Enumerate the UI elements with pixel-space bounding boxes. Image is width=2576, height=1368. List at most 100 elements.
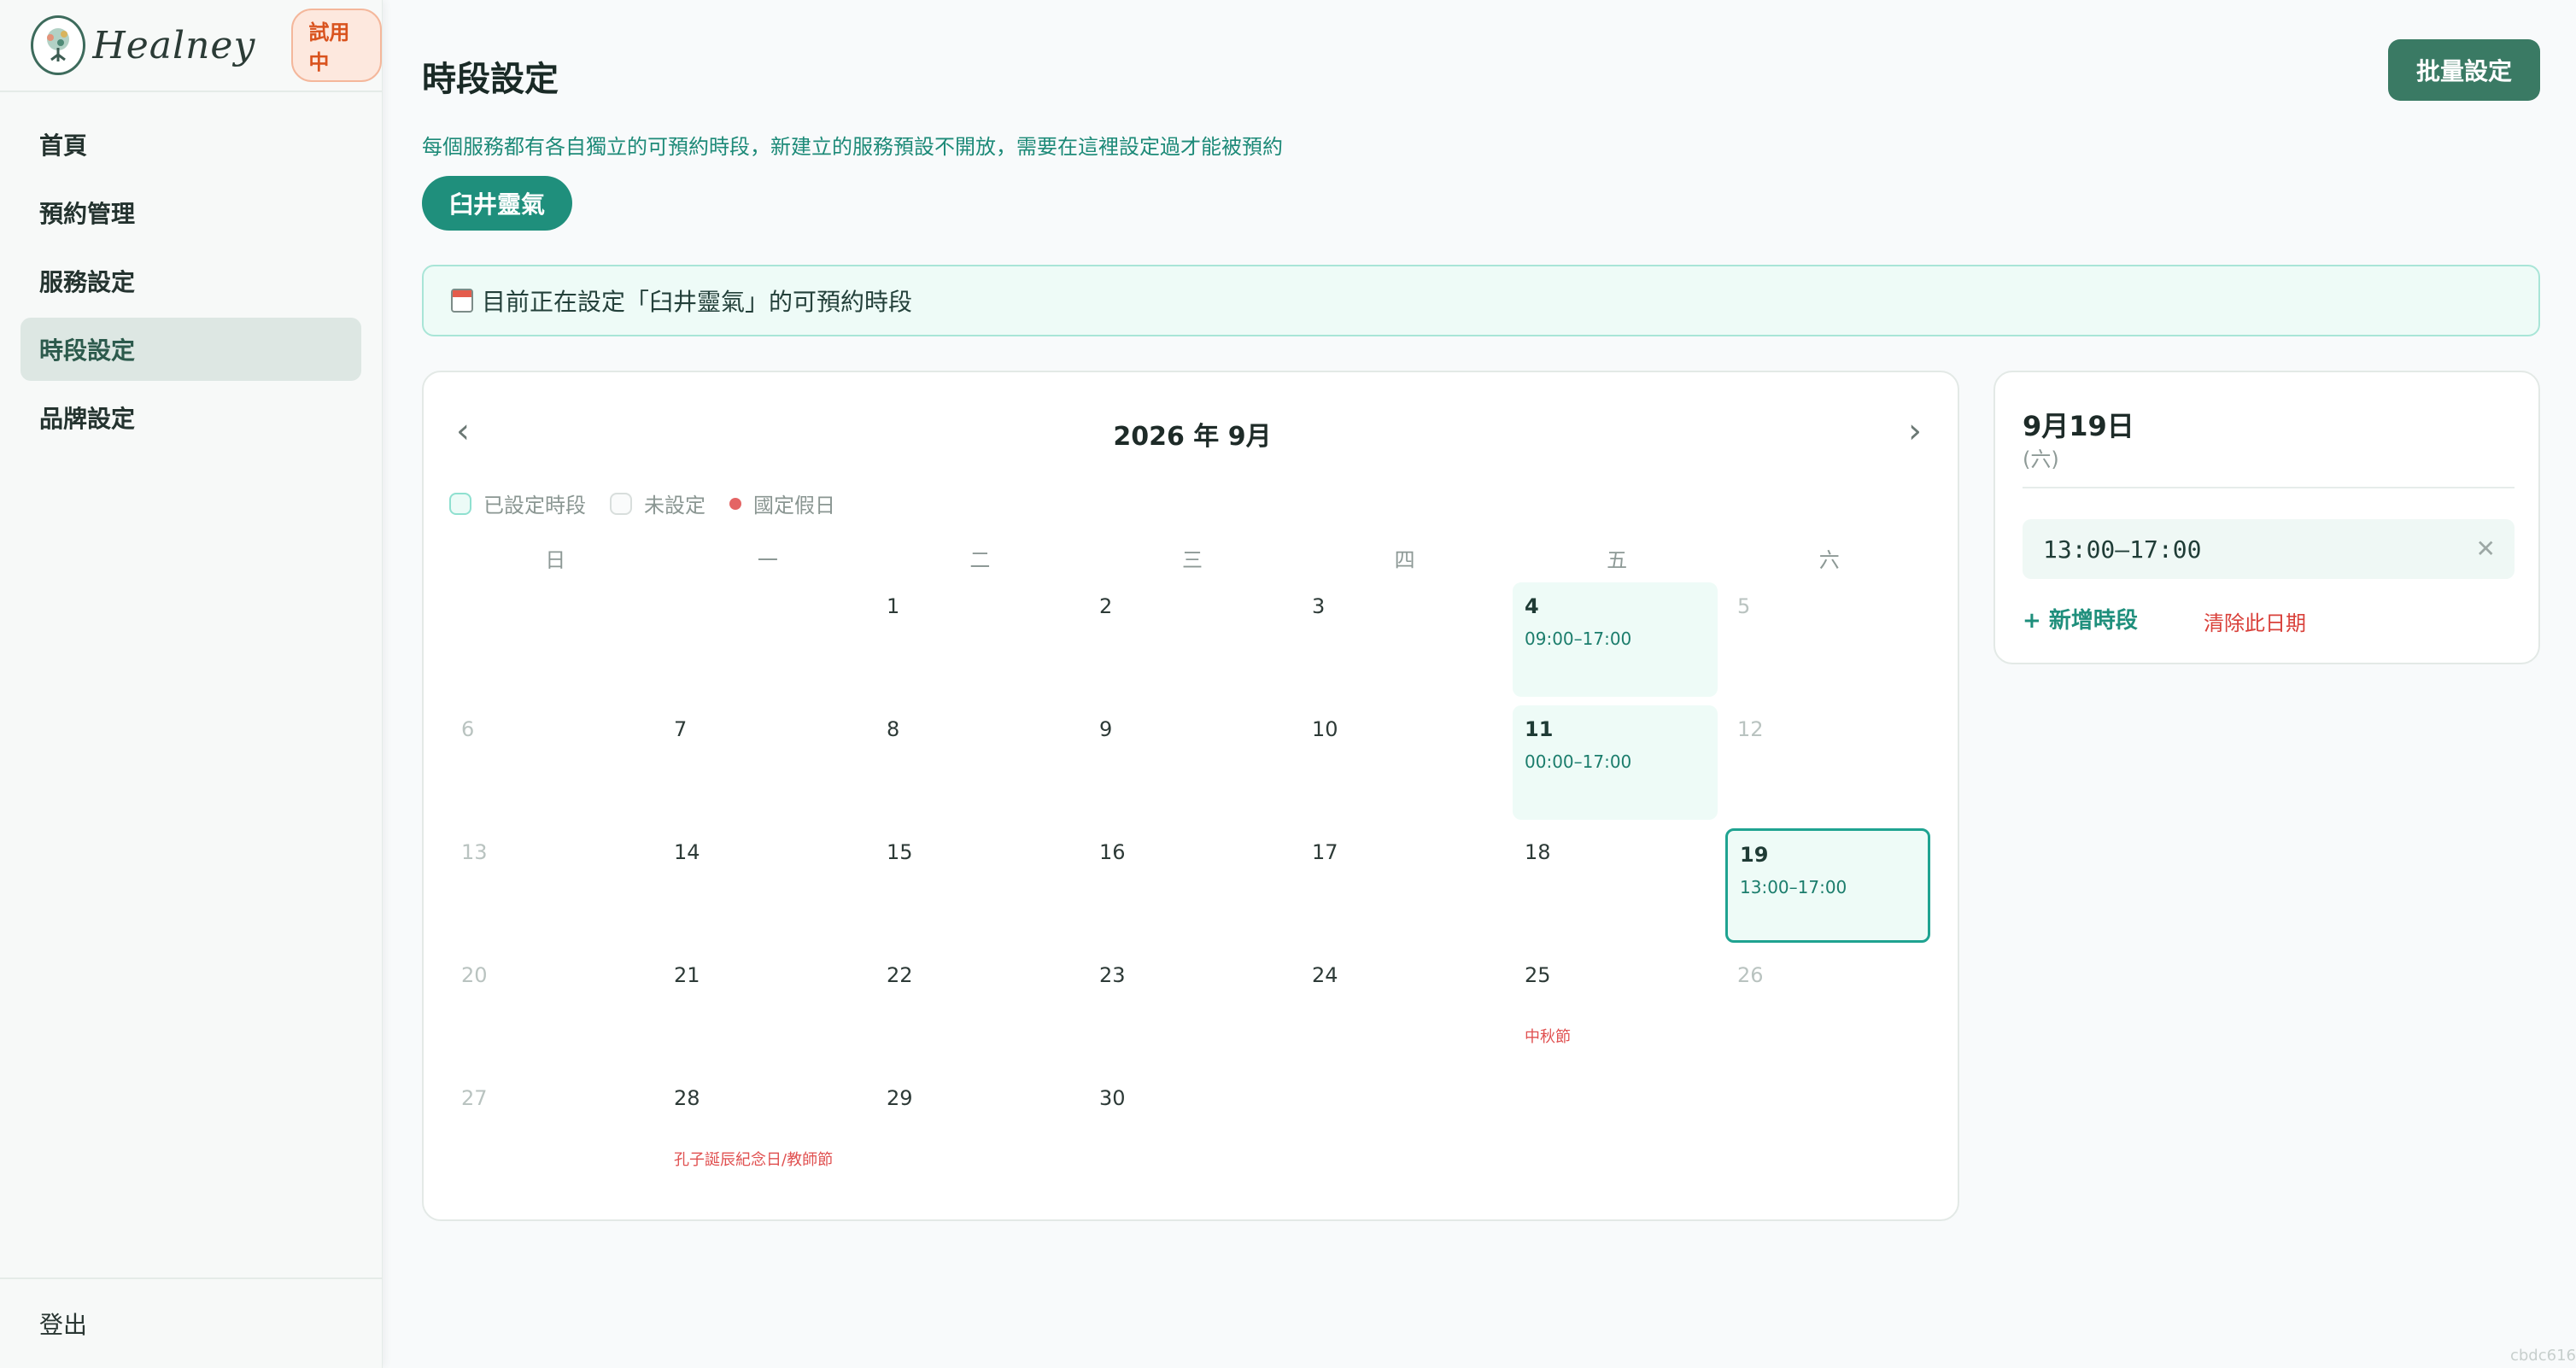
calendar-day-cell[interactable]: 25 中秋節: [1513, 951, 1718, 1066]
calendar-empty-cell: [1300, 1074, 1505, 1189]
calendar-day-cell[interactable]: 18: [1513, 828, 1718, 943]
close-icon[interactable]: ✕: [2476, 535, 2496, 563]
weekday-header: 日 一 二 三 四 五 六: [449, 543, 1935, 573]
calendar-day-cell[interactable]: 7: [662, 705, 867, 820]
divider: [2023, 487, 2515, 488]
calendar-grid: 1 2 3 4 09:00–17:00 5 6 7 8 9 10 11 00:00–17:00 12 13 1…: [449, 582, 1935, 1189]
legend-unset-swatch: [610, 492, 632, 515]
calendar-day-cell[interactable]: 22: [875, 951, 1080, 1066]
day-number: 7: [674, 717, 688, 741]
weekday-label: 二: [969, 548, 991, 572]
calendar-day-cell[interactable]: 12: [1725, 705, 1930, 820]
day-number: 4: [1525, 594, 1539, 618]
legend-set-label: 已設定時段: [483, 494, 586, 517]
day-number: 6: [461, 717, 475, 741]
calendar-day-cell[interactable]: 8: [875, 705, 1080, 820]
notice-text: 目前正在設定「臼井靈氣」的可預約時段: [482, 288, 913, 316]
page-description: 每個服務都有各自獨立的可預約時段，新建立的服務預設不開放，需要在這裡設定過才能被…: [422, 135, 1283, 159]
calendar-empty-cell: [1725, 1074, 1930, 1189]
legend-set: 已設定時段: [449, 488, 586, 518]
calendar-day-cell[interactable]: 15: [875, 828, 1080, 943]
calendar-day-cell[interactable]: 5: [1725, 582, 1930, 697]
calendar-day-cell[interactable]: 19 13:00–17:00: [1725, 828, 1930, 943]
sidebar-item-bookings[interactable]: 預約管理: [20, 181, 361, 244]
time-slot-value: 13:00–17:00: [2043, 535, 2202, 564]
day-number: 24: [1312, 963, 1338, 987]
clear-date-button[interactable]: 清除此日期: [2204, 606, 2306, 636]
detail-weekday: (六): [2023, 447, 2059, 471]
day-number: 16: [1099, 840, 1126, 864]
calendar-month-label: 2026 年 9月: [1113, 422, 1272, 452]
calendar-day-cell[interactable]: 3: [1300, 582, 1505, 697]
calendar-day-cell[interactable]: 13: [449, 828, 654, 943]
sidebar-item-timeslots[interactable]: 時段設定: [20, 318, 361, 381]
calendar-day-cell[interactable]: 26: [1725, 951, 1930, 1066]
weekday-label: 五: [1607, 548, 1628, 572]
day-time-slot: 13:00–17:00: [1740, 877, 1847, 897]
calendar-day-cell[interactable]: 29: [875, 1074, 1080, 1189]
calendar-card: ‹ 2026 年 9月 › 已設定時段 未設定 國定假日 日 一 二 三 四 五: [422, 371, 1959, 1221]
logout-button[interactable]: 登出: [0, 1277, 382, 1368]
trial-badge: 試用中: [291, 9, 382, 82]
calendar-day-cell[interactable]: 20: [449, 951, 654, 1066]
sidebar-item-services[interactable]: 服務設定: [20, 249, 361, 313]
time-slot-row[interactable]: 13:00–17:00 ✕: [2023, 519, 2515, 579]
next-month-chevron-icon[interactable]: ›: [1908, 412, 1922, 451]
weekday-label: 日: [545, 548, 566, 572]
service-tab-usui-reiki[interactable]: 臼井靈氣: [422, 176, 573, 231]
day-number: 29: [887, 1086, 913, 1110]
sidebar-nav: 首頁 預約管理 服務設定 時段設定 品牌設定: [0, 113, 382, 449]
legend-holiday: 國定假日: [729, 488, 835, 518]
day-number: 11: [1525, 717, 1554, 741]
tree-logo-icon: [31, 15, 86, 75]
day-number: 20: [461, 963, 488, 987]
calendar-day-cell[interactable]: 11 00:00–17:00: [1513, 705, 1718, 820]
calendar-day-cell[interactable]: 4 09:00–17:00: [1513, 582, 1718, 697]
day-time-slot: 09:00–17:00: [1525, 628, 1632, 649]
day-number: 27: [461, 1086, 488, 1110]
calendar-legend: 已設定時段 未設定 國定假日: [449, 488, 859, 518]
legend-holiday-label: 國定假日: [753, 494, 835, 517]
day-number: 28: [674, 1086, 700, 1110]
brand-header: Healney 試用中: [0, 0, 382, 92]
weekday-label: 六: [1818, 548, 1840, 572]
calendar-day-cell[interactable]: 24: [1300, 951, 1505, 1066]
sidebar-item-home[interactable]: 首頁: [20, 113, 361, 176]
calendar-day-cell[interactable]: 27: [449, 1074, 654, 1189]
holiday-label: 孔子誕辰紀念日/教師節: [674, 1151, 834, 1169]
day-detail-panel: 9月19日 (六) 13:00–17:00 ✕ + 新增時段 清除此日期: [1993, 371, 2540, 664]
detail-date: 9月19日: [2023, 410, 2134, 442]
day-number: 22: [887, 963, 913, 987]
calendar-empty-cell: [662, 582, 867, 697]
notice-banner: 目前正在設定「臼井靈氣」的可預約時段: [422, 265, 2540, 336]
calendar-day-cell[interactable]: 14: [662, 828, 867, 943]
page-title: 時段設定: [422, 60, 559, 99]
day-number: 5: [1737, 594, 1751, 618]
calendar-day-cell[interactable]: 17: [1300, 828, 1505, 943]
legend-holiday-dot: [729, 497, 741, 510]
day-number: 8: [887, 717, 900, 741]
calendar-day-cell[interactable]: 9: [1087, 705, 1292, 820]
weekday-label: 三: [1181, 548, 1203, 572]
holiday-label: 中秋節: [1525, 1028, 1571, 1046]
calendar-day-cell[interactable]: 10: [1300, 705, 1505, 820]
day-number: 21: [674, 963, 700, 987]
calendar-day-cell[interactable]: 23: [1087, 951, 1292, 1066]
calendar-day-cell[interactable]: 2: [1087, 582, 1292, 697]
calendar-day-cell[interactable]: 28 孔子誕辰紀念日/教師節: [662, 1074, 867, 1189]
batch-settings-button[interactable]: 批量設定: [2388, 39, 2540, 101]
calendar-day-cell[interactable]: 1: [875, 582, 1080, 697]
sidebar-item-brand[interactable]: 品牌設定: [20, 386, 361, 449]
day-number: 18: [1525, 840, 1551, 864]
sidebar: Healney 試用中 首頁 預約管理 服務設定 時段設定 品牌設定 登出: [0, 0, 383, 1368]
day-number: 3: [1312, 594, 1326, 618]
calendar-day-cell[interactable]: 30: [1087, 1074, 1292, 1189]
calendar-day-cell[interactable]: 6: [449, 705, 654, 820]
day-number: 23: [1099, 963, 1126, 987]
add-slot-button[interactable]: + 新增時段: [2023, 603, 2138, 634]
day-number: 26: [1737, 963, 1764, 987]
calendar-day-cell[interactable]: 16: [1087, 828, 1292, 943]
calendar-day-cell[interactable]: 21: [662, 951, 867, 1066]
legend-unset-label: 未設定: [644, 494, 705, 517]
day-number: 10: [1312, 717, 1338, 741]
